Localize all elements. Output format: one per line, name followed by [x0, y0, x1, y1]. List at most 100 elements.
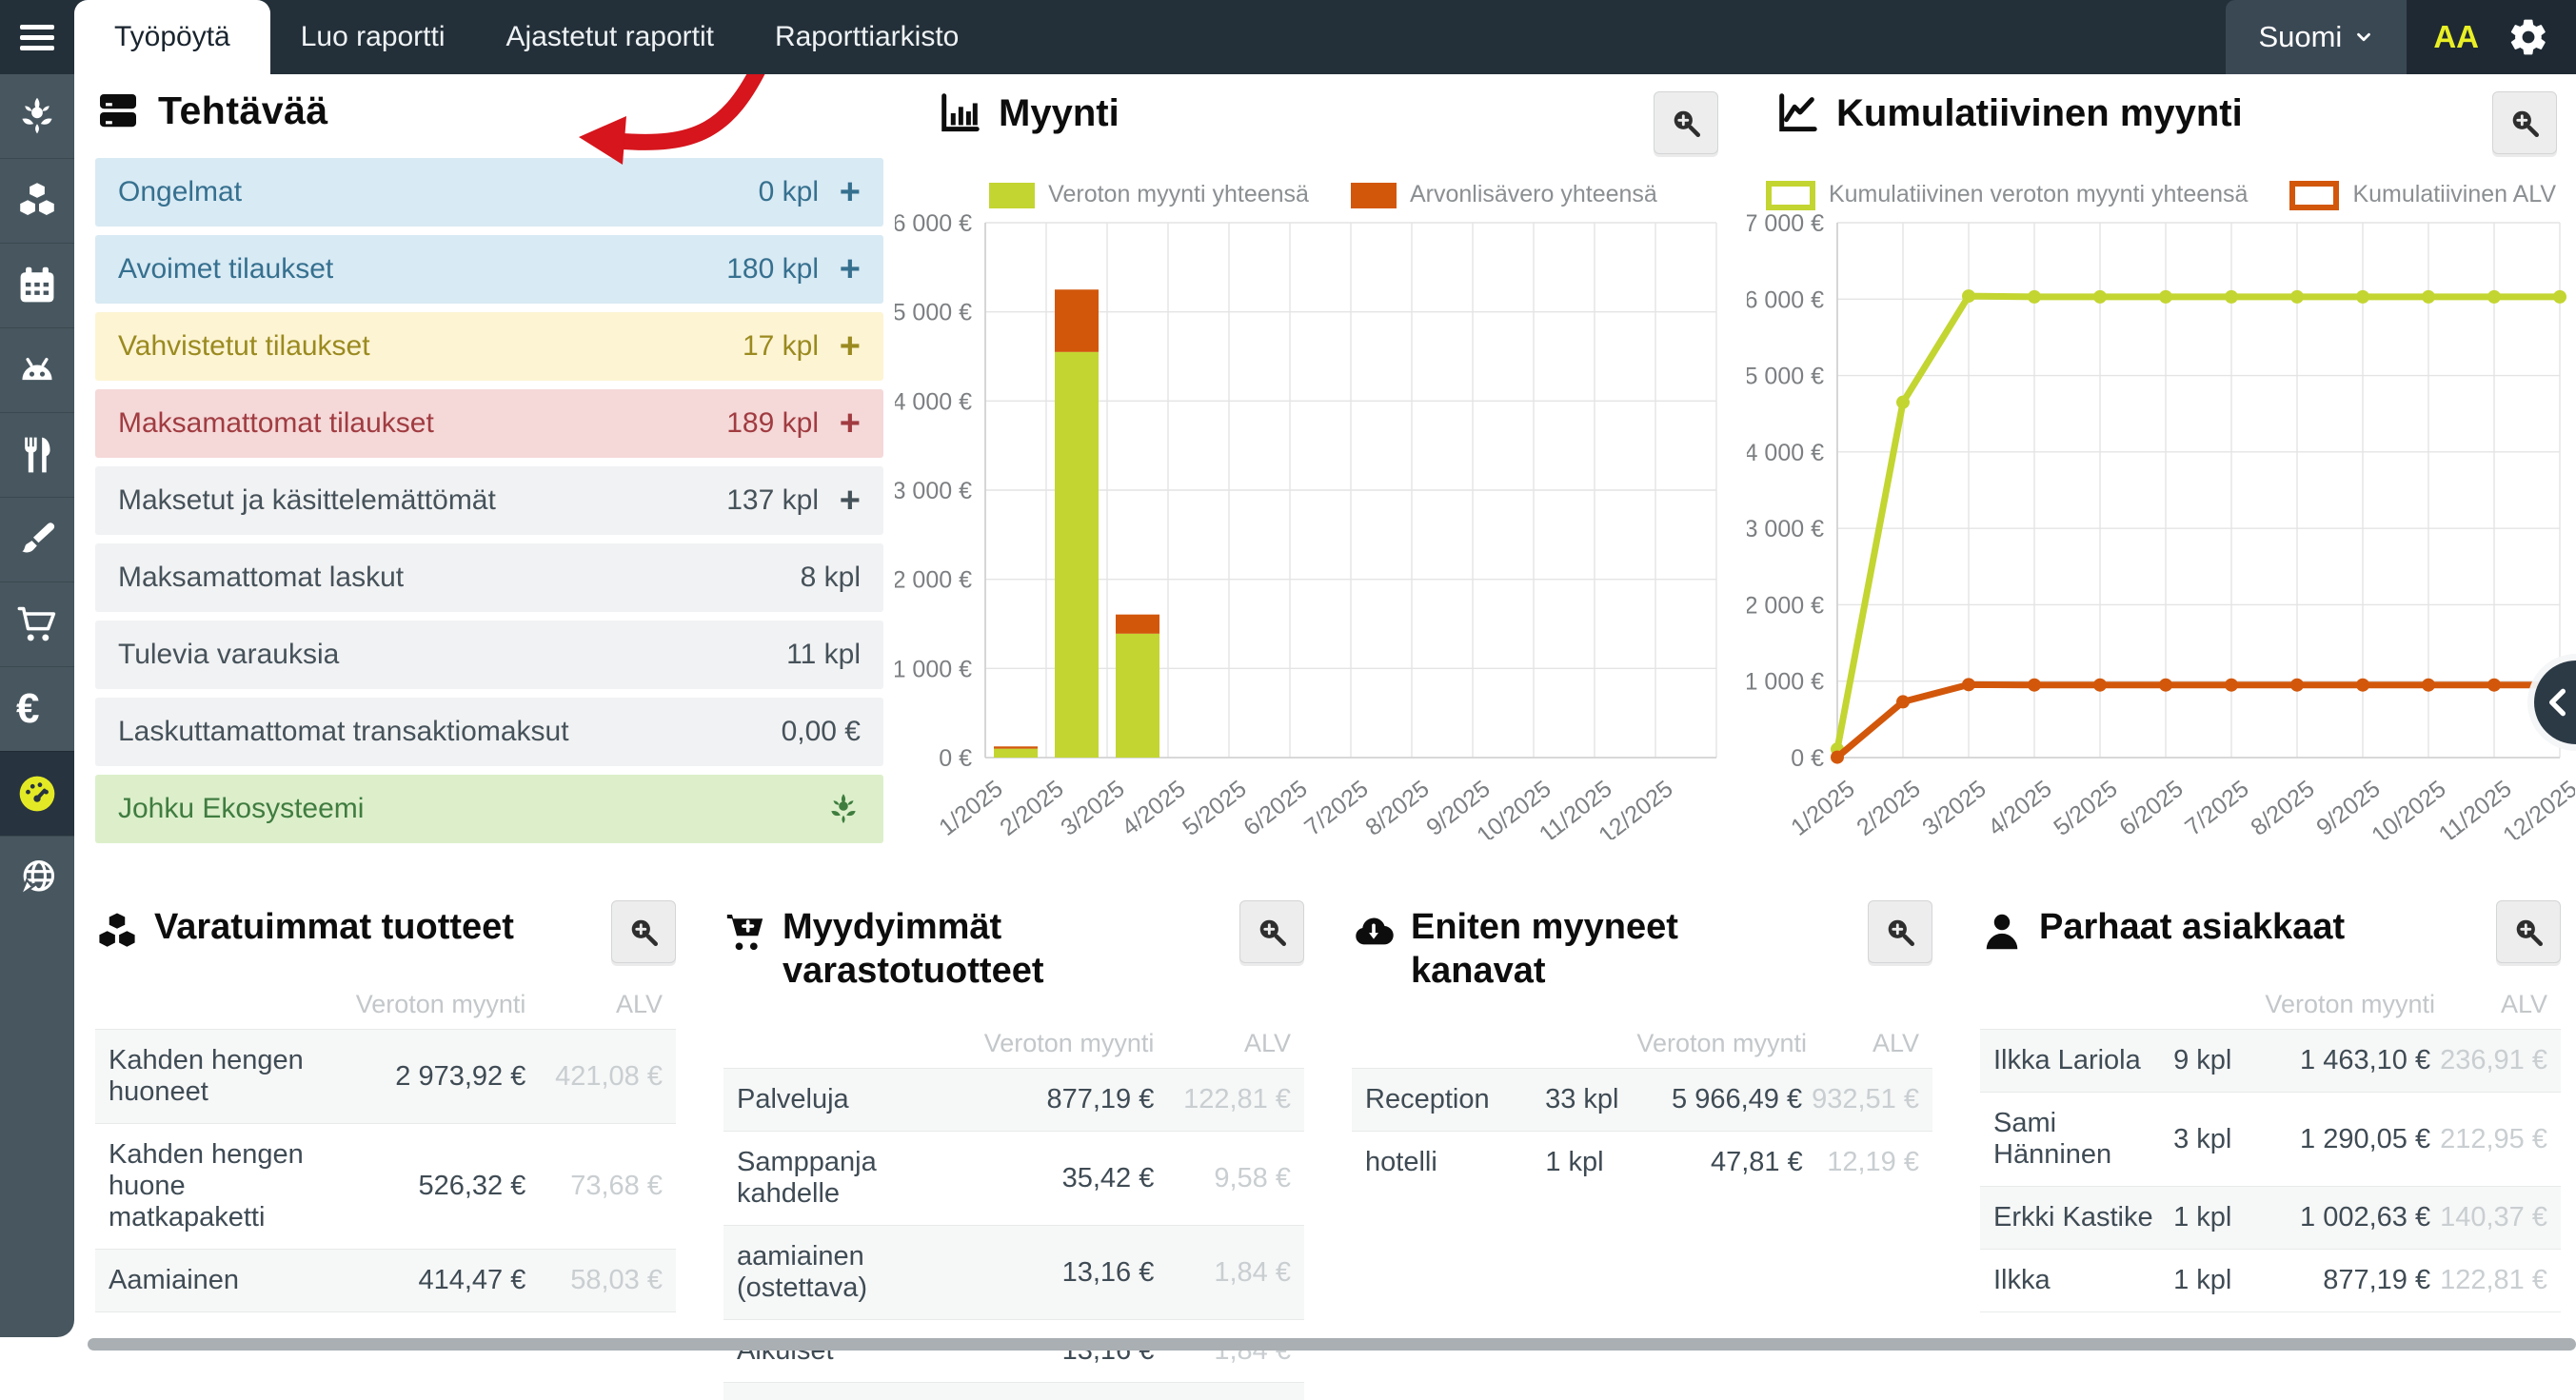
sidebar-item-utensils[interactable]	[0, 412, 74, 497]
legend-entry: Kumulatiivinen ALV	[2289, 181, 2556, 210]
task-row[interactable]: Maksamattomat tilaukset189 kpl+	[95, 389, 883, 458]
panel-header: Myydyimmät varastotuotteet	[723, 906, 1304, 993]
table-row[interactable]: Kahden hengen huoneet2 973,92 €421,08 €	[95, 1029, 676, 1123]
cumulative-chart-title: Kumulatiivinen myynti	[1836, 92, 2243, 135]
sidebar-item-cart[interactable]	[0, 582, 74, 666]
svg-text:12/2025: 12/2025	[2498, 776, 2575, 839]
column-header-vat: ALV	[535, 990, 663, 1019]
panel-cart-plus: Myydyimmät varastotuotteetVeroton myynti…	[723, 906, 1304, 1400]
sidebar-item-gauge[interactable]	[0, 751, 74, 836]
row-net-sales: 2 973,92 €	[354, 1061, 525, 1093]
expand-plus-icon[interactable]: +	[819, 483, 861, 519]
task-label: Maksetut ja käsittelemättömät	[118, 484, 726, 517]
task-count: 8 kpl	[801, 562, 861, 594]
task-row[interactable]: Johku Ekosysteemi	[95, 775, 883, 843]
sidebar-item-globe[interactable]	[0, 836, 74, 920]
panel-zoom-button[interactable]	[1868, 900, 1932, 963]
row-name: Sami Hänninen	[1993, 1108, 2164, 1171]
expand-plus-icon[interactable]: +	[819, 405, 861, 442]
tab-2[interactable]: Luo raportti	[270, 0, 476, 74]
panel-cloud-download: Eniten myyneet kanavatVeroton myyntiALVR…	[1352, 906, 1932, 1193]
legend-label: Kumulatiivinen veroton myynti yhteensä	[1829, 181, 2249, 207]
table-column-headers: Veroton myynti ALV	[95, 980, 676, 1029]
table-row[interactable]: Erkki Kastike1 kpl1 002,63 €140,37 €	[1980, 1186, 2561, 1249]
expand-plus-icon[interactable]: +	[819, 251, 861, 287]
table-row[interactable]: Aikuiset13,16 €1,84 €	[723, 1319, 1304, 1382]
sidebar-item-calendar[interactable]	[0, 243, 74, 327]
sidebar: €	[0, 74, 74, 1337]
language-selector[interactable]: Suomi	[2226, 0, 2407, 74]
table-row[interactable]: Kahden hengen huone matkapaketti526,32 €…	[95, 1123, 676, 1249]
cumulative-chart-legend: Kumulatiivinen veroton myynti yhteensä Ku…	[1756, 181, 2566, 210]
column-header-vat: ALV	[2445, 990, 2547, 1019]
table-row[interactable]: Aamiainen414,47 €58,03 €	[95, 1249, 676, 1311]
task-row[interactable]: Avoimet tilaukset180 kpl+	[95, 235, 883, 304]
euro-icon: €	[16, 688, 58, 730]
legend-entry: Arvonlisävero yhteensä	[1351, 181, 1657, 208]
partially-visible-row	[723, 1382, 1304, 1400]
sidebar-item-cubes[interactable]	[0, 158, 74, 243]
svg-text:8/2025: 8/2025	[1360, 776, 1434, 839]
tab-4[interactable]: Raporttiarkisto	[744, 0, 989, 74]
sidebar-item-euro[interactable]: €	[0, 666, 74, 751]
table-row[interactable]: aamiainen (ostettava)13,16 €1,84 €	[723, 1225, 1304, 1319]
row-quantity: 1 kpl	[2173, 1202, 2266, 1233]
row-vat: 122,81 €	[1163, 1084, 1291, 1115]
row-name: Erkki Kastike	[1993, 1202, 2164, 1233]
table-row[interactable]: Samppanja kahdelle35,42 €9,58 €	[723, 1131, 1304, 1225]
row-net-sales: 1 290,05 €	[2275, 1124, 2431, 1155]
chevron-left-icon	[2541, 683, 2576, 721]
panel-title: Myydyimmät varastotuotteet	[783, 906, 1192, 993]
gear-icon[interactable]	[2507, 16, 2549, 58]
panel-zoom-button[interactable]	[1239, 900, 1304, 963]
task-row[interactable]: Maksamattomat laskut8 kpl	[95, 543, 883, 612]
column-header-net: Veroton myynti	[354, 990, 525, 1019]
task-row[interactable]: Maksetut ja käsittelemättömät137 kpl+	[95, 466, 883, 535]
horizontal-scrollbar[interactable]	[88, 1338, 2576, 1351]
panel-title: Parhaat asiakkaat	[2039, 906, 2345, 950]
table-column-headers: Veroton myyntiALV	[1980, 980, 2561, 1029]
line-chart-icon	[1775, 91, 1819, 135]
task-row[interactable]: Laskuttamattomat transaktiomaksut0,00 €	[95, 698, 883, 766]
task-row[interactable]: Vahvistetut tilaukset17 kpl+	[95, 312, 883, 381]
row-vat: 73,68 €	[535, 1171, 663, 1202]
text-size-button[interactable]: AA	[2433, 19, 2479, 55]
tab-3[interactable]: Ajastetut raportit	[476, 0, 744, 74]
sidebar-item-robot[interactable]	[0, 327, 74, 412]
sidebar-item-flower[interactable]	[0, 74, 74, 158]
svg-text:5 000 €: 5 000 €	[895, 300, 972, 326]
table-row[interactable]: Reception33 kpl5 966,49 €932,51 €	[1352, 1068, 1932, 1131]
row-quantity: 1 kpl	[2173, 1265, 2266, 1296]
table-body: Kahden hengen huoneet2 973,92 €421,08 €K…	[95, 1029, 676, 1330]
table-row[interactable]: Ilkka1 kpl877,19 €122,81 €	[1980, 1249, 2561, 1311]
panel-cubes: Varatuimmat tuotteet Veroton myynti ALV Kah…	[95, 906, 676, 1330]
tab-1[interactable]: Työpöytä	[74, 0, 270, 74]
panel-zoom-button[interactable]	[611, 900, 676, 963]
column-header-vat: ALV	[1816, 1029, 1919, 1058]
row-vat: 140,37 €	[2440, 1202, 2547, 1233]
menu-icon[interactable]	[0, 0, 74, 74]
svg-text:6 000 €: 6 000 €	[1747, 286, 1824, 313]
sales-chart-legend: Veroton myynti yhteensäArvonlisävero yht…	[928, 181, 1718, 208]
table-row[interactable]: Ilkka Lariola9 kpl1 463,10 €236,91 €	[1980, 1029, 2561, 1092]
panel-title: Varatuimmat tuotteet	[154, 906, 514, 950]
table-row[interactable]: hotelli1 kpl47,81 €12,19 €	[1352, 1131, 1932, 1193]
table-row[interactable]: Sami Hänninen3 kpl1 290,05 €212,95 €	[1980, 1092, 2561, 1186]
table-row[interactable]: Palveluja877,19 €122,81 €	[723, 1068, 1304, 1131]
row-net-sales: 877,19 €	[2275, 1265, 2431, 1296]
task-count: 180 kpl	[726, 253, 819, 286]
expand-plus-icon[interactable]: +	[819, 328, 861, 365]
row-name: Palveluja	[737, 1084, 973, 1115]
topbar-right-cluster: Suomi AA	[2226, 0, 2576, 74]
cumulative-chart-zoom-button[interactable]	[2492, 91, 2557, 154]
cumulative-line-chart: 0 €1 000 €2 000 €3 000 €4 000 €5 000 €6 …	[1747, 211, 2575, 839]
table-body: Reception33 kpl5 966,49 €932,51 €hotelli…	[1352, 1068, 1932, 1193]
chevron-down-icon	[2353, 27, 2374, 48]
sidebar-item-brush[interactable]	[0, 497, 74, 582]
sales-chart-zoom-button[interactable]	[1654, 91, 1718, 154]
panel-zoom-button[interactable]	[2496, 900, 2561, 963]
task-row[interactable]: Tulevia varauksia11 kpl	[95, 621, 883, 689]
row-name: hotelli	[1365, 1147, 1536, 1178]
legend-entry: Kumulatiivinen veroton myynti yhteensä	[1766, 181, 2249, 210]
expand-plus-icon[interactable]: +	[819, 174, 861, 210]
